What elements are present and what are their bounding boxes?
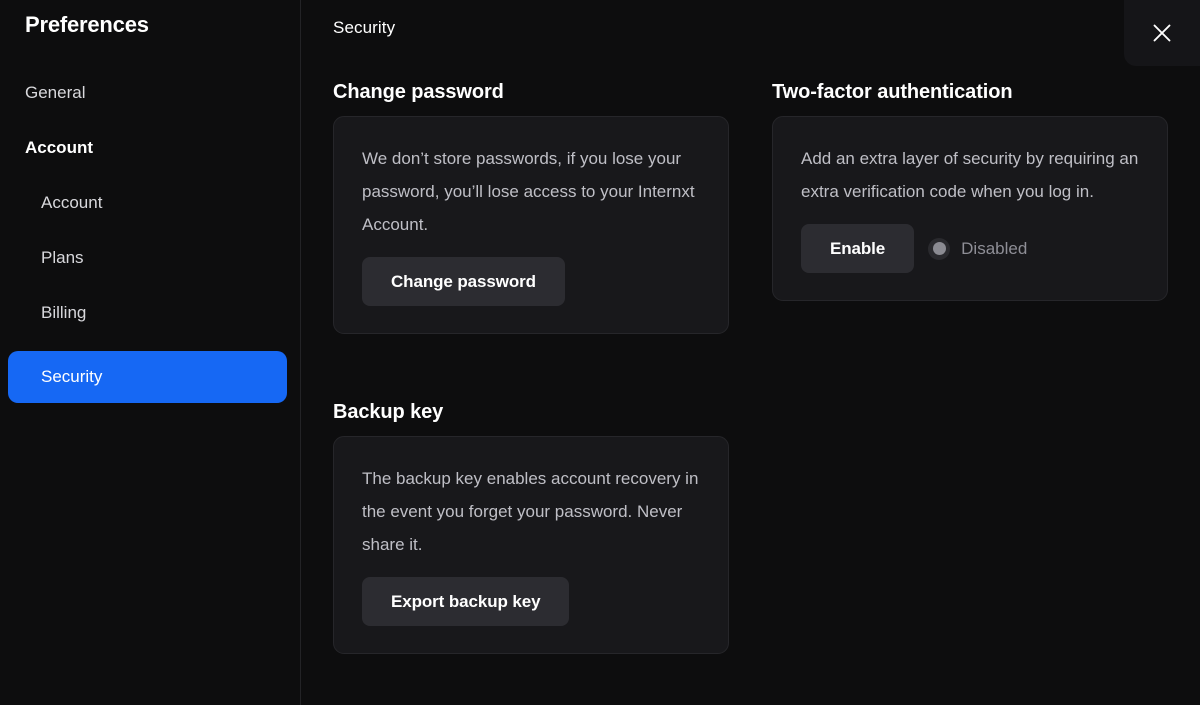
sidebar-item-general[interactable]: General xyxy=(8,76,287,110)
card-description: Add an extra layer of security by requir… xyxy=(801,149,1139,201)
section-title: Two-factor authentication xyxy=(772,81,1013,103)
export-backup-key-button[interactable]: Export backup key xyxy=(362,577,570,626)
card-actions: Change password xyxy=(362,257,700,306)
content-title: Security xyxy=(333,18,396,37)
sidebar-item-label: Billing xyxy=(41,303,87,322)
page-title: Preferences xyxy=(25,12,149,37)
settings-panel: Change password We don’t store passwords… xyxy=(333,62,1200,705)
content-area: Security Change password We don’t store … xyxy=(301,0,1200,705)
section-two-factor: Two-factor authentication Add an extra l… xyxy=(772,81,1168,301)
status-badge: Disabled xyxy=(928,237,1028,260)
status-label: Disabled xyxy=(961,238,1028,258)
sidebar-item-label: Account xyxy=(41,193,103,212)
preferences-window: Preferences General Account Account Plan… xyxy=(0,0,1200,705)
circle-dot-icon xyxy=(928,237,951,260)
card-actions: Export backup key xyxy=(362,577,700,626)
sidebar-group-label: Account xyxy=(25,138,93,157)
sidebar-item-plans[interactable]: Plans xyxy=(8,241,287,275)
section-title: Change password xyxy=(333,81,504,103)
section-change-password: Change password We don’t store passwords… xyxy=(333,81,729,334)
sidebar-item-label: Security xyxy=(41,367,103,386)
section-title: Backup key xyxy=(333,401,444,423)
sidebar-nav: General Account Account Plans Billing Se… xyxy=(0,76,301,403)
sidebar: Preferences General Account Account Plan… xyxy=(0,0,301,705)
card-actions: Enable Disabled xyxy=(801,224,1139,273)
two-factor-card: Add an extra layer of security by requir… xyxy=(772,116,1168,301)
sidebar-group-account: Account xyxy=(8,131,287,165)
sidebar-item-billing[interactable]: Billing xyxy=(8,296,287,330)
backup-key-card: The backup key enables account recovery … xyxy=(333,436,729,654)
sidebar-item-security[interactable]: Security xyxy=(8,351,287,403)
change-password-button[interactable]: Change password xyxy=(362,257,565,306)
card-description: The backup key enables account recovery … xyxy=(362,469,699,554)
section-backup-key: Backup key The backup key enables accoun… xyxy=(333,401,729,654)
sidebar-item-label: Plans xyxy=(41,248,84,267)
change-password-card: We don’t store passwords, if you lose yo… xyxy=(333,116,729,334)
sidebar-item-account[interactable]: Account xyxy=(8,186,287,220)
sidebar-item-label: General xyxy=(25,83,86,102)
close-icon xyxy=(1153,24,1171,42)
close-button[interactable] xyxy=(1124,0,1200,66)
enable-two-factor-button[interactable]: Enable xyxy=(801,224,915,273)
card-description: We don’t store passwords, if you lose yo… xyxy=(362,149,695,234)
